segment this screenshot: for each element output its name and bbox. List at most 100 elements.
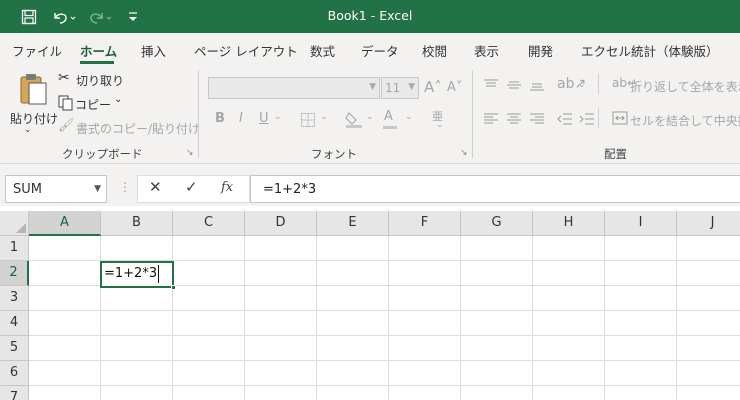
- align-center-icon[interactable]: [506, 112, 522, 129]
- align-middle-icon[interactable]: [506, 78, 522, 95]
- cell-h7[interactable]: [533, 386, 605, 400]
- align-bottom-icon[interactable]: [529, 78, 545, 95]
- column-header-b[interactable]: B: [101, 211, 173, 236]
- clipboard-launcher-icon[interactable]: ↘: [186, 148, 194, 158]
- cell-h6[interactable]: [533, 361, 605, 386]
- cell-b3[interactable]: [101, 286, 173, 311]
- cell-d5[interactable]: [245, 336, 317, 361]
- enter-icon[interactable]: ✓: [185, 178, 198, 196]
- cell-b4[interactable]: [101, 311, 173, 336]
- font-launcher-icon[interactable]: ↘: [460, 148, 468, 158]
- cell-d3[interactable]: [245, 286, 317, 311]
- cell-g5[interactable]: [461, 336, 533, 361]
- fill-handle[interactable]: [171, 285, 176, 290]
- decrease-font-icon[interactable]: A˅: [447, 80, 462, 95]
- align-left-icon[interactable]: [483, 112, 499, 129]
- cell-g2[interactable]: [461, 261, 533, 286]
- cell-g3[interactable]: [461, 286, 533, 311]
- cell-i5[interactable]: [605, 336, 677, 361]
- tab-formulas[interactable]: 数式: [310, 41, 335, 60]
- increase-indent-icon[interactable]: [579, 112, 595, 129]
- cell-h4[interactable]: [533, 311, 605, 336]
- cell-j2[interactable]: [677, 261, 740, 286]
- formula-input[interactable]: =1+2*3: [250, 175, 740, 203]
- cell-f5[interactable]: [389, 336, 461, 361]
- cell-g6[interactable]: [461, 361, 533, 386]
- cell-a6[interactable]: [29, 361, 101, 386]
- cell-e4[interactable]: [317, 311, 389, 336]
- tab-file[interactable]: ファイル: [12, 41, 62, 60]
- tab-excel-statistics[interactable]: エクセル統計（体験版）: [581, 41, 719, 60]
- cell-a1[interactable]: [29, 236, 101, 261]
- cell-d4[interactable]: [245, 311, 317, 336]
- cell-c7[interactable]: [173, 386, 245, 400]
- cell-c6[interactable]: [173, 361, 245, 386]
- cell-i3[interactable]: [605, 286, 677, 311]
- active-cell-b2[interactable]: =1+2*3: [100, 261, 174, 288]
- merge-center-button[interactable]: セルを結合して中央揃: [612, 110, 740, 128]
- align-right-icon[interactable]: [529, 112, 545, 129]
- cell-j1[interactable]: [677, 236, 740, 261]
- cell-f2[interactable]: [389, 261, 461, 286]
- cell-c1[interactable]: [173, 236, 245, 261]
- underline-button[interactable]: U: [259, 111, 269, 126]
- cell-i4[interactable]: [605, 311, 677, 336]
- cell-h5[interactable]: [533, 336, 605, 361]
- cell-e7[interactable]: [317, 386, 389, 400]
- cell-e1[interactable]: [317, 236, 389, 261]
- cell-e2[interactable]: [317, 261, 389, 286]
- fill-color-icon[interactable]: [345, 110, 363, 131]
- drag-handle-icon[interactable]: ⋮: [119, 180, 131, 194]
- cell-i6[interactable]: [605, 361, 677, 386]
- cell-j7[interactable]: [677, 386, 740, 400]
- cell-c2[interactable]: [173, 261, 245, 286]
- wrap-text-button[interactable]: ab↵ 折り返して全体を表示す: [612, 76, 740, 94]
- column-header-h[interactable]: H: [533, 211, 605, 236]
- row-header-3[interactable]: 3: [0, 286, 29, 311]
- cell-e6[interactable]: [317, 361, 389, 386]
- column-header-d[interactable]: D: [245, 211, 317, 236]
- cell-b5[interactable]: [101, 336, 173, 361]
- column-header-g[interactable]: G: [461, 211, 533, 236]
- cell-i2[interactable]: [605, 261, 677, 286]
- tab-review[interactable]: 校閲: [422, 41, 447, 60]
- bold-button[interactable]: B: [215, 111, 225, 126]
- cell-f1[interactable]: [389, 236, 461, 261]
- column-header-i[interactable]: I: [605, 211, 677, 236]
- cell-a4[interactable]: [29, 311, 101, 336]
- cell-c3[interactable]: [173, 286, 245, 311]
- column-header-a[interactable]: A: [29, 211, 101, 236]
- cell-h3[interactable]: [533, 286, 605, 311]
- cell-j5[interactable]: [677, 336, 740, 361]
- cancel-icon[interactable]: ✕: [149, 178, 162, 196]
- row-header-2[interactable]: 2: [0, 261, 29, 286]
- column-header-c[interactable]: C: [173, 211, 245, 236]
- column-header-e[interactable]: E: [317, 211, 389, 236]
- column-header-f[interactable]: F: [389, 211, 461, 236]
- tab-insert[interactable]: 挿入: [141, 41, 166, 60]
- tab-developer[interactable]: 開発: [528, 41, 553, 60]
- cell-d6[interactable]: [245, 361, 317, 386]
- decrease-indent-icon[interactable]: [557, 112, 573, 129]
- cell-e5[interactable]: [317, 336, 389, 361]
- cell-d7[interactable]: [245, 386, 317, 400]
- cell-a5[interactable]: [29, 336, 101, 361]
- cell-f7[interactable]: [389, 386, 461, 400]
- font-size-dropdown[interactable]: 11 ▼: [381, 77, 419, 99]
- cell-h2[interactable]: [533, 261, 605, 286]
- cell-b7[interactable]: [101, 386, 173, 400]
- format-painter-button[interactable]: 🖌 書式のコピー/貼り付け: [58, 118, 200, 137]
- cell-h1[interactable]: [533, 236, 605, 261]
- cell-f6[interactable]: [389, 361, 461, 386]
- cell-b1[interactable]: [101, 236, 173, 261]
- tab-page-layout[interactable]: ページ レイアウト: [194, 41, 298, 60]
- align-top-icon[interactable]: [483, 78, 499, 95]
- cell-f3[interactable]: [389, 286, 461, 311]
- cell-d2[interactable]: [245, 261, 317, 286]
- italic-button[interactable]: I: [239, 111, 243, 126]
- tab-data[interactable]: データ: [361, 41, 399, 60]
- cell-c4[interactable]: [173, 311, 245, 336]
- cell-g4[interactable]: [461, 311, 533, 336]
- cell-a3[interactable]: [29, 286, 101, 311]
- cell-j4[interactable]: [677, 311, 740, 336]
